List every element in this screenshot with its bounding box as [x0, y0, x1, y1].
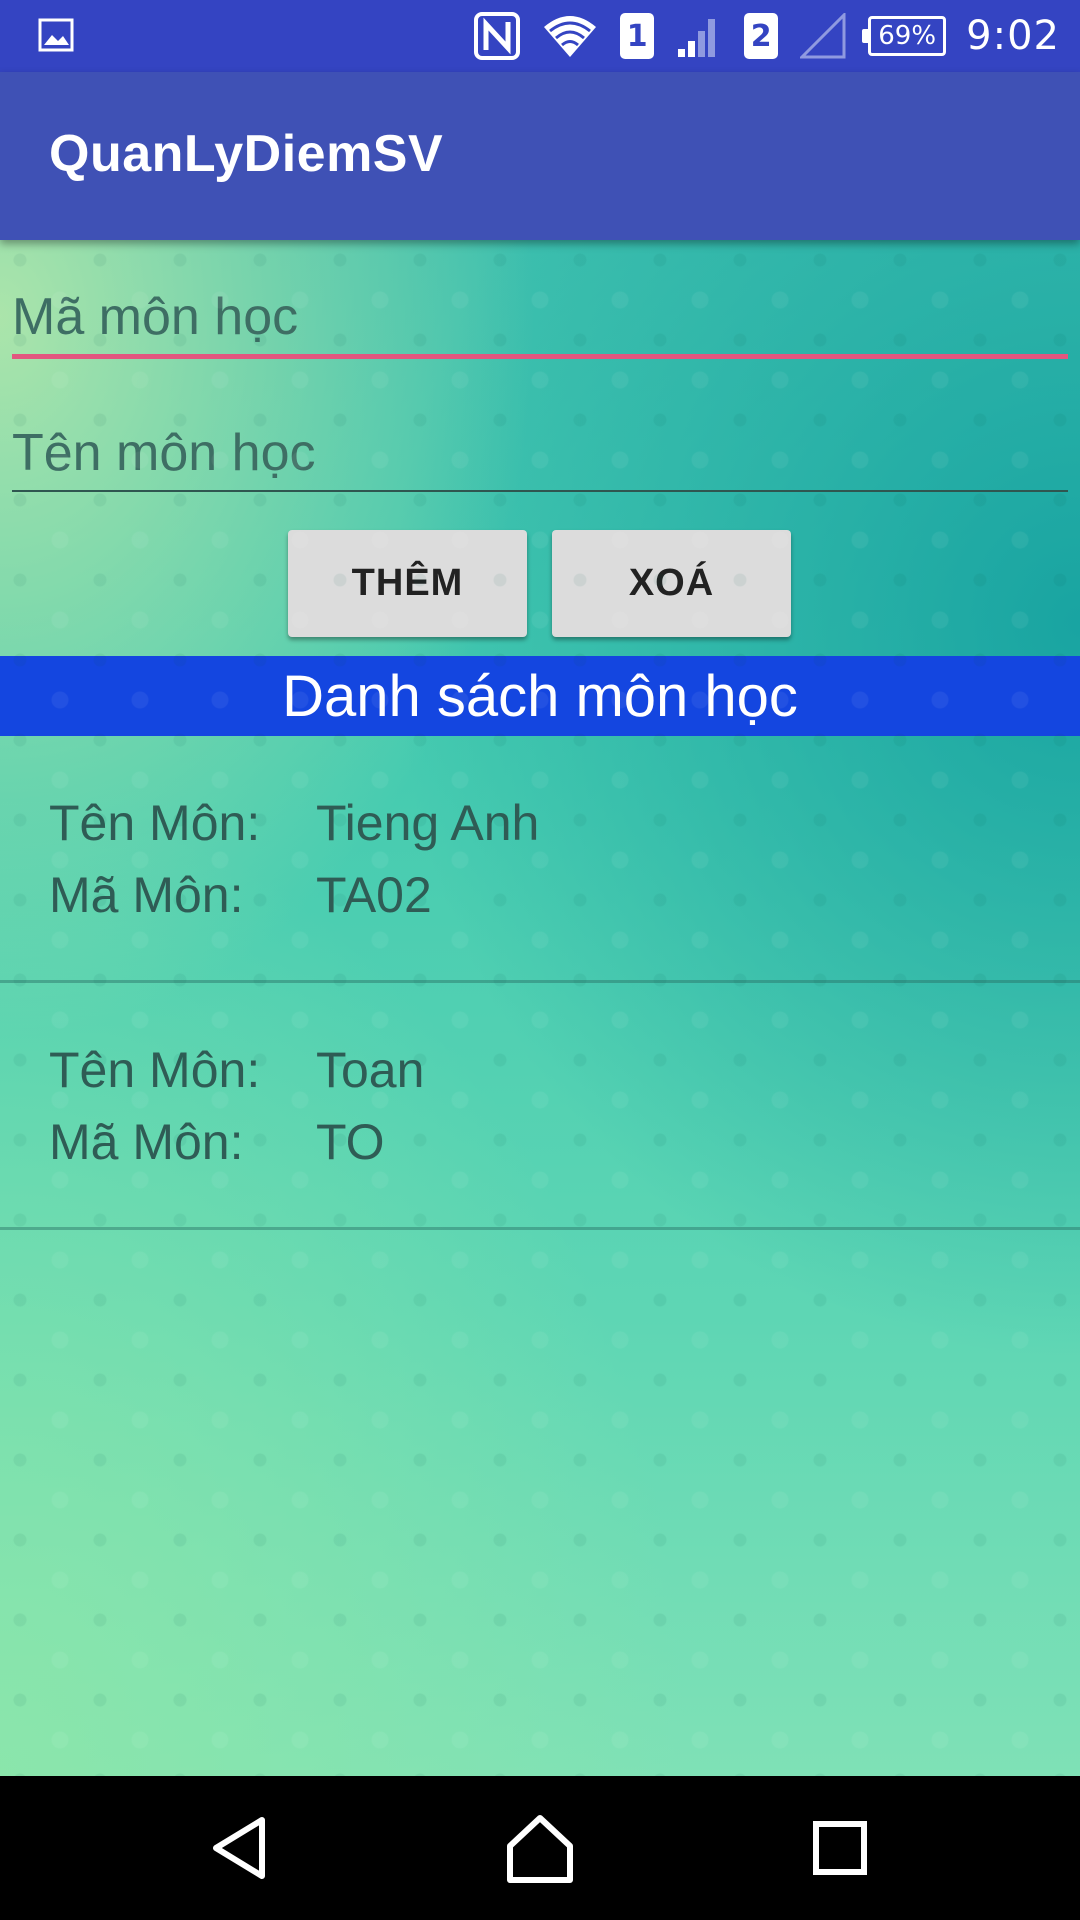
sim1-badge: 1: [620, 13, 655, 59]
subject-code-input[interactable]: [12, 280, 1068, 359]
back-icon[interactable]: [202, 1810, 278, 1886]
app-bar: QuanLyDiemSV: [0, 72, 1080, 240]
list-item[interactable]: Tên Môn: Toan Mã Môn: TO: [0, 983, 1080, 1230]
subject-name-input[interactable]: [12, 416, 1068, 492]
status-bar: 1 2 69% 9:02: [0, 0, 1080, 72]
home-icon[interactable]: [502, 1810, 578, 1886]
subject-code-value: TA02: [316, 867, 432, 923]
subject-name-label: Tên Môn:: [49, 795, 261, 851]
subject-code-label: Mã Môn:: [49, 1114, 244, 1170]
list-header: Danh sách môn học: [0, 656, 1080, 736]
subject-name-value: Toan: [316, 1042, 425, 1098]
subject-list: Tên Môn: Tieng Anh Mã Môn: TA02 Tên Môn:…: [0, 736, 1080, 1230]
signal-icon: [676, 13, 722, 59]
signal-empty-icon: [800, 13, 846, 59]
add-button[interactable]: THÊM: [288, 530, 527, 637]
navigation-bar: [0, 1776, 1080, 1920]
sim2-badge: 2: [744, 13, 779, 59]
main-content: THÊM XOÁ Danh sách môn học Tên Môn: Tien…: [0, 240, 1080, 1776]
status-time: 9:02: [966, 13, 1060, 59]
battery-level: 69%: [878, 21, 937, 51]
subject-name-value: Tieng Anh: [316, 795, 540, 851]
nfc-icon: [474, 12, 521, 60]
subject-code-value: TO: [316, 1114, 385, 1170]
wifi-icon: [542, 13, 598, 59]
app-title: QuanLyDiemSV: [49, 125, 444, 183]
battery-icon: 69%: [862, 16, 947, 56]
list-item[interactable]: Tên Môn: Tieng Anh Mã Môn: TA02: [0, 736, 1080, 983]
delete-button[interactable]: XOÁ: [552, 530, 791, 637]
recent-apps-icon[interactable]: [802, 1810, 878, 1886]
subject-code-label: Mã Môn:: [49, 867, 244, 923]
subject-name-label: Tên Môn:: [49, 1042, 261, 1098]
image-icon: [38, 18, 74, 52]
